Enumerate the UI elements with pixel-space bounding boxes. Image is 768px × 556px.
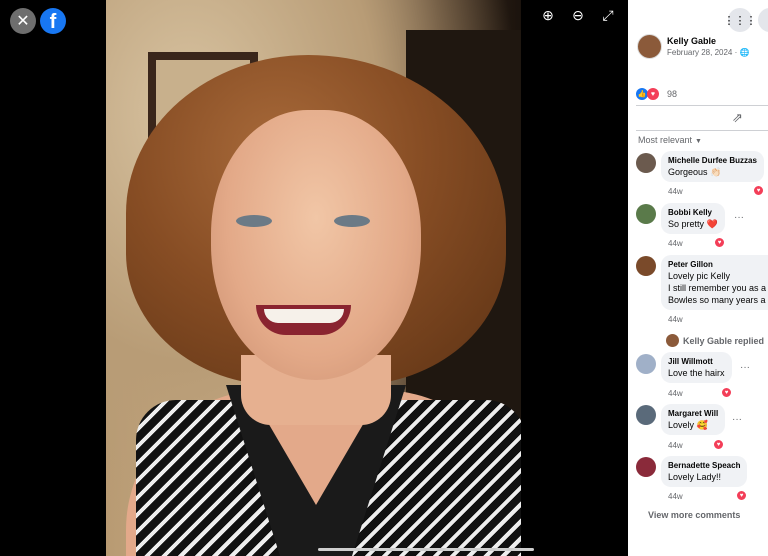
comment-bubble: Margaret Will Lovely 🥰 — [661, 404, 726, 435]
comment-text: Love the hairx — [668, 368, 725, 378]
logo-letter: f — [49, 11, 57, 33]
commenter-avatar[interactable] — [636, 256, 656, 276]
commenter-name[interactable]: Michelle Durfee Buzzas — [668, 155, 757, 166]
commenter-avatar[interactable] — [636, 405, 656, 425]
post-photo[interactable] — [106, 0, 521, 556]
comment-text: I still remember you as a — [668, 283, 767, 293]
scroll-indicator[interactable] — [318, 548, 534, 551]
grid-menu-icon[interactable]: ⋮⋮⋮ — [724, 8, 757, 32]
comment-time[interactable]: 44w — [668, 389, 683, 398]
more-options-icon[interactable]: ··· — [734, 212, 744, 223]
love-reaction-icon[interactable]: ♥ — [714, 237, 725, 248]
comment-bubble: Jill Willmott Love the hairx — [661, 352, 732, 383]
commenter-avatar[interactable] — [636, 457, 656, 477]
comment-time[interactable]: 44w — [668, 239, 683, 248]
globe-icon: 🌐 — [739, 48, 750, 57]
comment-text: Lovely 🥰 — [668, 420, 708, 430]
commenter-avatar[interactable] — [636, 204, 656, 224]
reply-avatar — [666, 334, 679, 347]
comment-sort[interactable]: Most relevant ▼ — [638, 135, 702, 145]
commenter-name[interactable]: Margaret Will — [668, 408, 718, 419]
comment-text: Lovely Lady!! — [668, 472, 722, 482]
commenter-name[interactable]: Bernadette Speach — [668, 460, 740, 471]
author-name[interactable]: Kelly Gable — [667, 36, 716, 46]
share-icon[interactable]: ⇗ — [732, 110, 743, 126]
comment-bubble: Michelle Durfee Buzzas Gorgeous 👏🏻 — [661, 151, 764, 182]
sort-label: Most relevant — [638, 135, 693, 145]
commenter-name[interactable]: Peter Gillon — [668, 259, 768, 270]
comment-bubble: Peter Gillon Lovely pic Kelly I still re… — [661, 255, 768, 310]
comment-text: Bowles so many years a — [668, 295, 766, 305]
love-reaction-icon[interactable]: ♥ — [736, 490, 747, 501]
photo-viewer: ✕ f ⊕ ⊖ ⤢ — [0, 0, 628, 556]
more-options-icon[interactable]: ··· — [732, 414, 742, 425]
post-details-panel: ⋮⋮⋮ Kelly Gable February 28, 2024 · 🌐 👍 … — [628, 0, 768, 556]
view-replies[interactable]: Kelly Gable replied — [666, 334, 764, 347]
love-reaction-icon[interactable]: ♥ — [721, 387, 732, 398]
love-reaction-icon[interactable]: ♥ — [713, 439, 724, 450]
left-eye — [236, 215, 272, 227]
view-more-comments-link[interactable]: View more comments — [648, 510, 740, 520]
reactions[interactable]: 👍 ♥ 98 — [636, 88, 677, 100]
divider — [636, 130, 768, 131]
commenter-name[interactable]: Bobbi Kelly — [668, 207, 718, 218]
zoom-in-icon[interactable]: ⊕ — [538, 6, 558, 24]
post-date[interactable]: February 28, 2024 · 🌐 — [667, 48, 749, 57]
comment-text: Lovely pic Kelly — [668, 271, 731, 281]
teeth — [264, 309, 344, 323]
comment-time[interactable]: 44w — [668, 187, 683, 196]
chevron-down-icon: ▼ — [695, 138, 702, 145]
comment-text: Gorgeous 👏🏻 — [668, 167, 722, 177]
love-icon: ♥ — [647, 88, 659, 100]
post-date-text: February 28, 2024 · — [667, 48, 738, 57]
close-icon[interactable]: ✕ — [10, 8, 36, 34]
messenger-icon[interactable] — [758, 8, 768, 32]
right-eye — [334, 215, 370, 227]
comment-bubble: Bobbi Kelly So pretty ❤️ — [661, 203, 725, 234]
author-avatar[interactable] — [637, 34, 662, 59]
love-reaction-icon[interactable]: ♥ — [753, 185, 764, 196]
comment-time[interactable]: 44w — [668, 315, 683, 324]
comment-time[interactable]: 44w — [668, 441, 683, 450]
facebook-logo[interactable]: f — [40, 8, 66, 34]
replied-text: Kelly Gable replied — [683, 335, 765, 346]
reaction-count: 98 — [667, 89, 678, 99]
comment-bubble: Bernadette Speach Lovely Lady!! — [661, 456, 748, 487]
fullscreen-icon[interactable]: ⤢ — [598, 6, 618, 24]
commenter-avatar[interactable] — [636, 153, 656, 173]
face — [211, 110, 421, 380]
comment-text: So pretty ❤️ — [668, 219, 718, 229]
comment-time[interactable]: 44w — [668, 492, 683, 501]
zoom-out-icon[interactable]: ⊖ — [568, 6, 588, 24]
commenter-name[interactable]: Jill Willmott — [668, 356, 725, 367]
more-options-icon[interactable]: ··· — [740, 362, 750, 373]
divider — [636, 105, 768, 106]
commenter-avatar[interactable] — [636, 354, 656, 374]
